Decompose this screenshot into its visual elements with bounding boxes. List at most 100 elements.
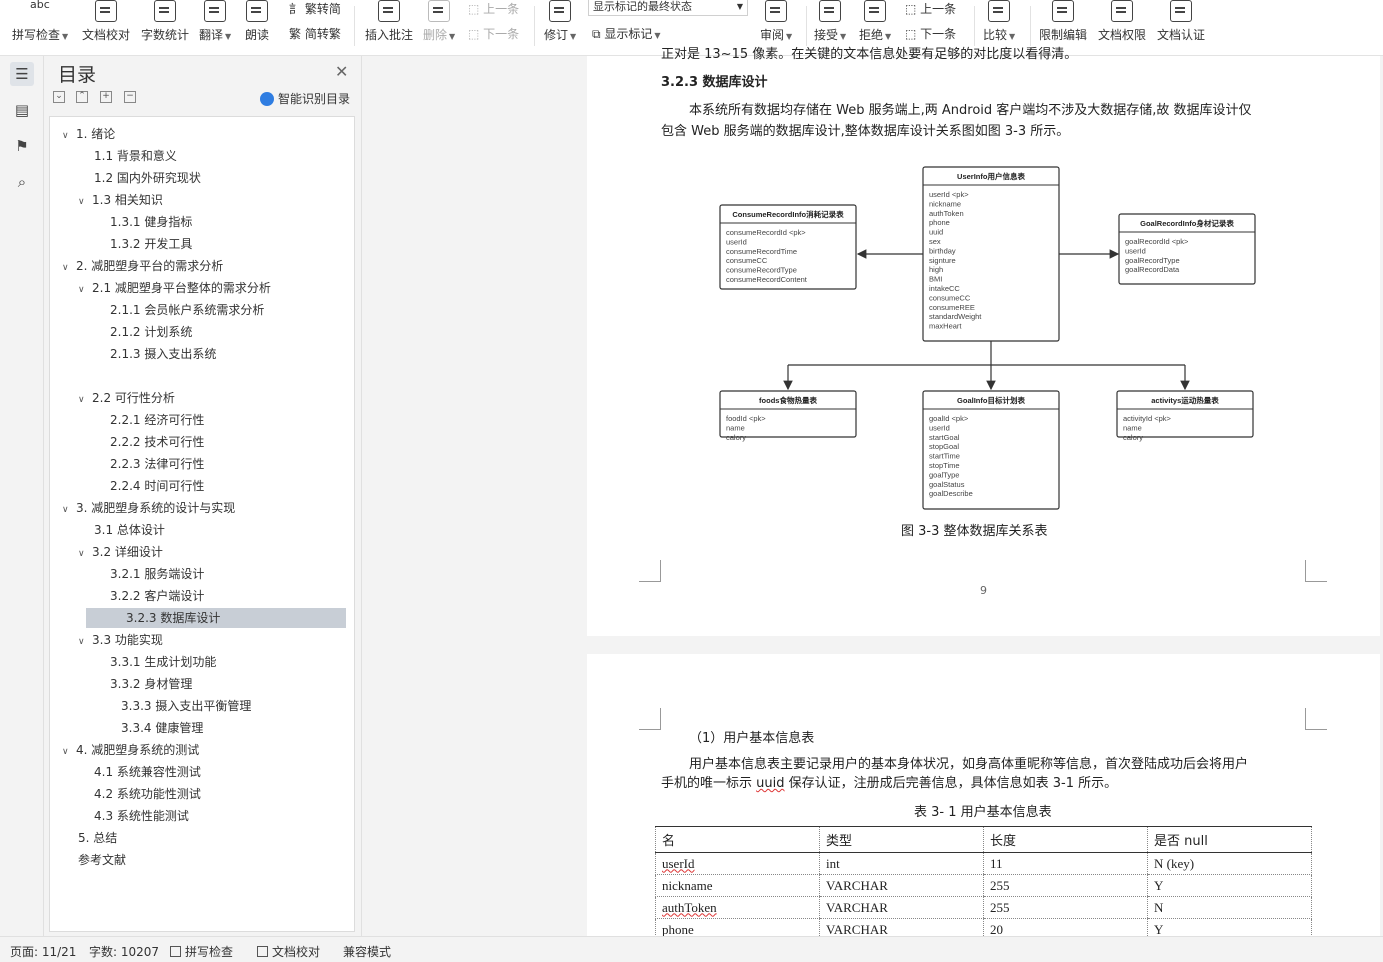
delete-comment-icon bbox=[428, 0, 451, 22]
spell-check-button[interactable]: 拼写检查 ▼ bbox=[12, 10, 68, 43]
track-changes-button[interactable]: 修订 ▼ bbox=[544, 0, 576, 43]
show-markup-button[interactable]: ⧉ 显示标记 ▼ bbox=[592, 25, 661, 42]
review-label: 审阅 bbox=[760, 28, 785, 42]
toc-item[interactable]: ∨ 2.2 可行性分析 bbox=[78, 388, 175, 408]
toc-item[interactable]: 3.1 总体设计 bbox=[78, 520, 165, 540]
chevron-down-icon: ▼ bbox=[736, 2, 743, 11]
add-level-icon[interactable]: + bbox=[100, 91, 112, 103]
toc-item[interactable]: 2.2.2 技术可行性 bbox=[94, 432, 204, 452]
outline-icon[interactable]: ▤ bbox=[10, 98, 34, 122]
remove-level-icon[interactable]: − bbox=[124, 91, 136, 103]
chevron-down-icon[interactable]: ∨ bbox=[62, 126, 76, 146]
toc-item[interactable]: 3.3.4 健康管理 bbox=[105, 718, 203, 738]
entity-field: userId <pk> bbox=[929, 190, 969, 199]
accept-button[interactable]: 接受 ▼ bbox=[814, 0, 846, 43]
chevron-down-icon[interactable]: ∨ bbox=[78, 544, 92, 564]
figure-caption: 图 3-3 整体数据库关系表 bbox=[901, 524, 1048, 539]
doc-permission-button[interactable]: 文档权限 bbox=[1098, 0, 1146, 43]
toc-item[interactable]: 5. 总结 bbox=[62, 828, 117, 848]
toc-icon[interactable]: ☰ bbox=[10, 62, 34, 86]
toc-item[interactable]: 2.1.2 计划系统 bbox=[94, 322, 192, 342]
word-count-indicator[interactable]: 字数: 10207 bbox=[89, 943, 159, 960]
chevron-down-icon[interactable]: ∨ bbox=[78, 280, 92, 300]
page-indicator[interactable]: 页面: 11/21 bbox=[10, 943, 76, 960]
page-corner-mark bbox=[1305, 708, 1327, 730]
insert-comment-button[interactable]: 插入批注 bbox=[365, 0, 413, 43]
collapse-all-icon[interactable]: ⌄ bbox=[53, 91, 65, 103]
close-icon[interactable]: ✕ bbox=[335, 62, 348, 81]
simp-to-trad-button[interactable]: 繁 简转繁 bbox=[289, 25, 341, 42]
compare-button[interactable]: 比较 ▼ bbox=[983, 0, 1015, 43]
restrict-edit-button[interactable]: 限制编辑 bbox=[1039, 0, 1087, 43]
misspelled-word: authToken bbox=[662, 899, 717, 915]
spell-check-toggle[interactable]: 拼写检查 bbox=[170, 943, 233, 960]
translate-button[interactable]: 翻译 ▼ bbox=[199, 0, 231, 43]
toc-item[interactable]: 2.2.4 时间可行性 bbox=[94, 476, 204, 496]
toc-item[interactable]: 4.3 系统性能测试 bbox=[78, 806, 189, 826]
toc-item[interactable]: 1.2 国内外研究现状 bbox=[78, 168, 201, 188]
chevron-down-icon[interactable]: ∨ bbox=[78, 390, 92, 410]
toc-item[interactable]: ∨ 4. 减肥塑身系统的测试 bbox=[62, 740, 199, 760]
toc-item[interactable]: ∨ 2. 减肥塑身平台的需求分析 bbox=[62, 256, 223, 276]
review-button[interactable]: 审阅 ▼ bbox=[760, 0, 792, 43]
next-change-button[interactable]: ⬚ 下一条 bbox=[905, 25, 956, 42]
reject-button[interactable]: 拒绝 ▼ bbox=[859, 0, 891, 43]
toc-item[interactable]: 3.3.1 生成计划功能 bbox=[94, 652, 216, 672]
toc-item[interactable]: 3.2.1 服务端设计 bbox=[94, 564, 204, 584]
chevron-down-icon[interactable]: ∨ bbox=[62, 742, 76, 762]
doc-check-toggle[interactable]: 文档校对 bbox=[257, 943, 320, 960]
accept-label: 接受 bbox=[814, 28, 839, 42]
chevron-down-icon[interactable]: ∨ bbox=[78, 192, 92, 212]
spell-status-label: 拼写检查 bbox=[185, 945, 234, 959]
entity-field: name bbox=[726, 423, 745, 432]
toc-item[interactable]: ∨ 2.1 减肥塑身平台整体的需求分析 bbox=[78, 278, 271, 298]
toc-item[interactable]: 3.3.2 身材管理 bbox=[94, 674, 192, 694]
entity-field: consumeRecordTime bbox=[726, 247, 797, 256]
expand-up-icon[interactable]: ⌃ bbox=[76, 91, 88, 103]
trad-to-simp-button[interactable]: 訁 繁转简 bbox=[289, 0, 341, 17]
chevron-down-icon[interactable]: ∨ bbox=[78, 632, 92, 652]
next-label: 下一条 bbox=[483, 27, 520, 41]
read-aloud-button[interactable]: 朗读 bbox=[245, 0, 269, 43]
toc-item[interactable]: ∨ 1. 绪论 bbox=[62, 124, 115, 144]
entity-field: phone bbox=[929, 218, 950, 227]
toc-item[interactable]: ∨ 3. 减肥塑身系统的设计与实现 bbox=[62, 498, 235, 518]
delete-comment-button[interactable]: 删除 ▼ bbox=[423, 0, 455, 43]
toc-item[interactable]: 3.3.3 摄入支出平衡管理 bbox=[105, 696, 251, 716]
smart-toc-button[interactable]: 智能识别目录 bbox=[260, 90, 350, 107]
toc-item[interactable]: ∨ 3.2 详细设计 bbox=[78, 542, 163, 562]
toc-item[interactable]: 3.2.3 数据库设计 bbox=[86, 608, 346, 628]
chevron-down-icon[interactable]: ∨ bbox=[62, 258, 76, 278]
toc-item[interactable]: 2.1.1 会员帐户系统需求分析 bbox=[94, 300, 264, 320]
toc-item[interactable]: 2.2.3 法律可行性 bbox=[94, 454, 204, 474]
entity-field: intakeCC bbox=[929, 284, 960, 293]
markup-state-select[interactable]: 显示标记的最终状态 ▼ bbox=[588, 0, 748, 16]
chevron-down-icon[interactable]: ∨ bbox=[62, 500, 76, 520]
insert-comment-label: 插入批注 bbox=[365, 28, 414, 42]
toc-item[interactable]: ∨ 3.3 功能实现 bbox=[78, 630, 163, 650]
doc-check-button[interactable]: 文档校对 bbox=[82, 0, 130, 43]
word-count-button[interactable]: 字数统计 bbox=[141, 0, 189, 43]
toc-item[interactable]: 2.2.1 经济可行性 bbox=[94, 410, 204, 430]
toc-item[interactable]: 1.3.1 健身指标 bbox=[94, 212, 192, 232]
toc-item[interactable]: 1.3.2 开发工具 bbox=[94, 234, 192, 254]
prev-comment-button[interactable]: ⬚ 上一条 bbox=[468, 0, 519, 17]
table-cell: VARCHAR bbox=[819, 874, 984, 897]
toc-item[interactable]: 4.2 系统功能性测试 bbox=[78, 784, 201, 804]
next-comment-button[interactable]: ⬚ 下一条 bbox=[468, 25, 519, 42]
entity-goalrec: GoalRecordInfo身材记录表 goalRecordId <pk>user… bbox=[1118, 213, 1256, 285]
search-icon[interactable]: ⌕ bbox=[10, 170, 34, 194]
toc-item[interactable]: 1.1 背景和意义 bbox=[78, 146, 177, 166]
doc-cert-button[interactable]: 文档认证 bbox=[1157, 0, 1205, 43]
trad-simp-icon: 訁 bbox=[289, 2, 302, 16]
toc-item[interactable]: 参考文献 bbox=[62, 850, 126, 870]
bookmark-icon[interactable]: ⚑ bbox=[10, 134, 34, 158]
toc-item[interactable]: 3.2.2 客户端设计 bbox=[94, 586, 204, 606]
toc-item-label: 4.3 系统性能测试 bbox=[94, 809, 189, 823]
toc-item[interactable]: 4.1 系统兼容性测试 bbox=[78, 762, 201, 782]
toc-item[interactable]: ∨ 1.3 相关知识 bbox=[78, 190, 163, 210]
lock-icon bbox=[1052, 0, 1074, 22]
prev-change-button[interactable]: ⬚ 上一条 bbox=[905, 0, 956, 17]
table-row: userId int 11 N (key) bbox=[655, 852, 1312, 875]
toc-item[interactable]: 2.1.3 摄入支出系统 bbox=[94, 344, 216, 364]
